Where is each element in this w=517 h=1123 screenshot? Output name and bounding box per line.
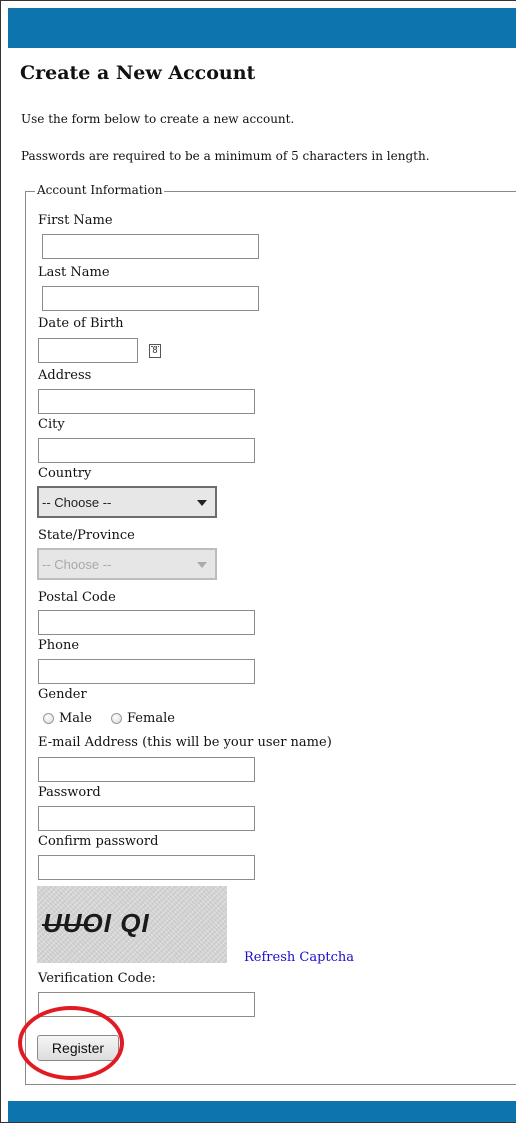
postal-code-input[interactable] <box>38 610 255 635</box>
register-button[interactable]: Register <box>37 1035 119 1061</box>
last-name-label: Last Name <box>38 265 110 280</box>
gender-label: Gender <box>38 687 87 702</box>
password-requirement-text: Passwords are required to be a minimum o… <box>21 149 430 163</box>
page-frame: Create a New Account Use the form below … <box>0 0 516 1123</box>
confirm-password-input[interactable] <box>38 855 255 880</box>
chevron-down-icon <box>197 562 207 568</box>
gender-female-radio[interactable] <box>111 713 122 724</box>
footer-bar <box>8 1101 516 1122</box>
first-name-label: First Name <box>38 213 113 228</box>
page-title: Create a New Account <box>20 62 256 84</box>
date-of-birth-label: Date of Birth <box>38 316 124 331</box>
gender-male-label: Male <box>59 711 92 726</box>
captcha-image: UUOI QI <box>37 886 227 963</box>
password-input[interactable] <box>38 806 255 831</box>
confirm-password-label: Confirm password <box>38 834 159 849</box>
city-label: City <box>38 417 65 432</box>
gender-male-radio[interactable] <box>43 713 54 724</box>
fieldset-legend: Account Information <box>35 183 165 197</box>
state-province-select[interactable]: -- Choose -- <box>37 548 217 580</box>
captcha-strike-line <box>42 924 94 926</box>
address-input[interactable] <box>38 389 255 414</box>
verification-code-label: Verification Code: <box>38 971 156 986</box>
state-selected-value: -- Choose -- <box>42 557 112 572</box>
state-province-label: State/Province <box>38 528 135 543</box>
last-name-input[interactable] <box>42 286 259 311</box>
password-label: Password <box>38 785 101 800</box>
email-label: E-mail Address (this will be your user n… <box>38 735 332 750</box>
date-of-birth-input[interactable] <box>38 338 138 363</box>
postal-code-label: Postal Code <box>38 590 116 605</box>
verification-code-input[interactable] <box>38 992 255 1017</box>
intro-text: Use the form below to create a new accou… <box>21 112 295 126</box>
address-label: Address <box>38 368 92 383</box>
country-select[interactable]: -- Choose -- <box>37 486 217 518</box>
city-input[interactable] <box>38 438 255 463</box>
chevron-down-icon <box>197 500 207 506</box>
phone-input[interactable] <box>38 659 255 684</box>
phone-label: Phone <box>38 638 80 653</box>
country-selected-value: -- Choose -- <box>42 495 112 510</box>
header-bar <box>8 8 516 48</box>
country-label: Country <box>38 466 92 481</box>
gender-female-label: Female <box>127 711 175 726</box>
refresh-captcha-link[interactable]: Refresh Captcha <box>244 950 354 965</box>
email-input[interactable] <box>38 757 255 782</box>
first-name-input[interactable] <box>42 234 259 259</box>
calendar-icon[interactable]: 8 <box>149 344 161 358</box>
